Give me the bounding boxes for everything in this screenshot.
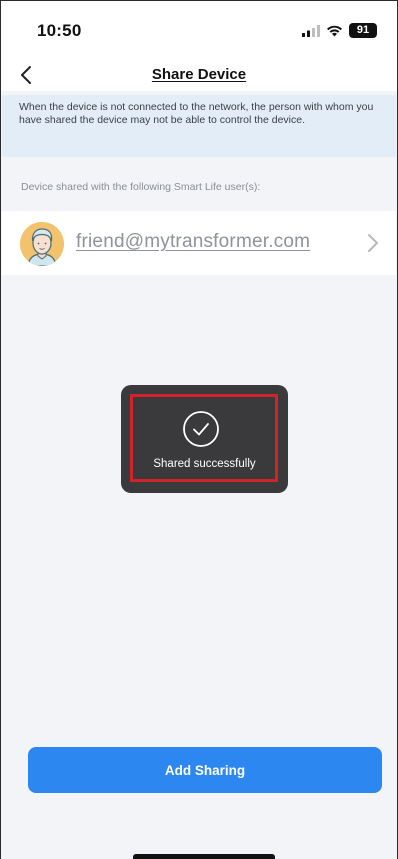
home-indicator <box>133 854 275 859</box>
signal-icon <box>302 24 320 37</box>
status-time: 10:50 <box>37 21 82 40</box>
user-email: friend@mytransformer.com <box>76 231 311 252</box>
user-avatar-icon <box>20 222 64 266</box>
status-icons: 91 <box>302 23 377 38</box>
network-notice: When the device is not connected to the … <box>2 95 396 157</box>
page-title: Share Device <box>151 66 247 83</box>
add-sharing-button[interactable]: Add Sharing <box>28 747 382 793</box>
status-bar: 10:50 91 <box>1 1 397 61</box>
shared-users-label: Device shared with the following Smart L… <box>21 181 261 193</box>
shared-user-row[interactable]: friend@mytransformer.com <box>2 211 396 275</box>
success-toast: Shared successfully <box>121 385 288 493</box>
battery-icon: 91 <box>349 23 377 38</box>
wifi-icon <box>326 24 343 37</box>
toast-message: Shared successfully <box>153 458 256 470</box>
nav-bar: Share Device <box>1 61 397 91</box>
chevron-right-icon <box>366 233 380 253</box>
check-circle-icon <box>182 410 220 448</box>
phone-screen: 10:50 91 Share Device When the device is… <box>0 0 398 859</box>
